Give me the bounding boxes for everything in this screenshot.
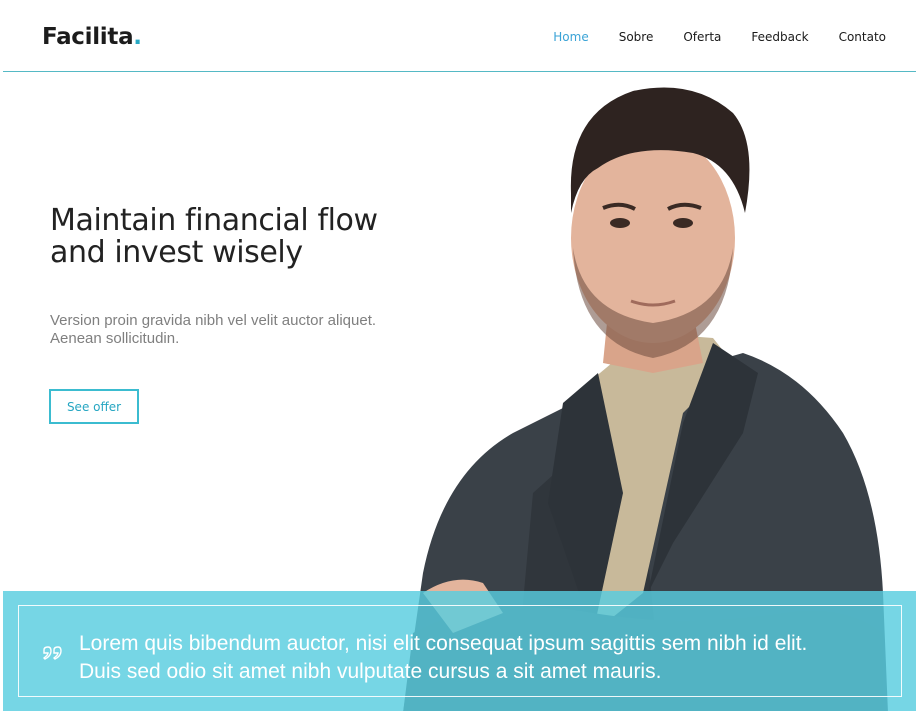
quote-icon <box>42 646 62 660</box>
subtext-line-1: Version proin gravida nibh vel velit auc… <box>50 312 377 329</box>
logo-dot: . <box>133 24 142 50</box>
main-nav: Home Sobre Oferta Feedback Contato <box>553 30 886 44</box>
see-offer-button[interactable]: See offer <box>49 389 139 424</box>
quote-line-1: Lorem quis bibendum auctor, nisi elit co… <box>79 632 808 655</box>
nav-item-contato[interactable]: Contato <box>839 30 886 44</box>
headline-line-2: and invest wisely <box>50 235 303 270</box>
hero-headline: Maintain financial flow and invest wisely <box>50 205 430 269</box>
page: Facilita. Home Sobre Oferta Feedback Con… <box>3 3 916 711</box>
nav-item-home[interactable]: Home <box>553 30 588 44</box>
nav-item-sobre[interactable]: Sobre <box>619 30 654 44</box>
nav-item-feedback[interactable]: Feedback <box>751 30 808 44</box>
nav-item-oferta[interactable]: Oferta <box>683 30 721 44</box>
quote-line-2: Duis sed odio sit amet nibh vulputate cu… <box>79 660 662 683</box>
site-header: Facilita. Home Sobre Oferta Feedback Con… <box>3 3 916 72</box>
testimonial-text: Lorem quis bibendum auctor, nisi elit co… <box>79 630 889 686</box>
subtext-line-2: Aenean sollicitudin. <box>50 330 180 347</box>
testimonial-banner: Lorem quis bibendum auctor, nisi elit co… <box>3 591 916 711</box>
headline-line-1: Maintain financial flow <box>50 203 378 238</box>
logo-text: Facilita <box>42 24 134 50</box>
logo[interactable]: Facilita. <box>42 24 142 50</box>
hero-subtext: Version proin gravida nibh vel velit auc… <box>50 312 430 348</box>
testimonial-box: Lorem quis bibendum auctor, nisi elit co… <box>18 605 902 697</box>
